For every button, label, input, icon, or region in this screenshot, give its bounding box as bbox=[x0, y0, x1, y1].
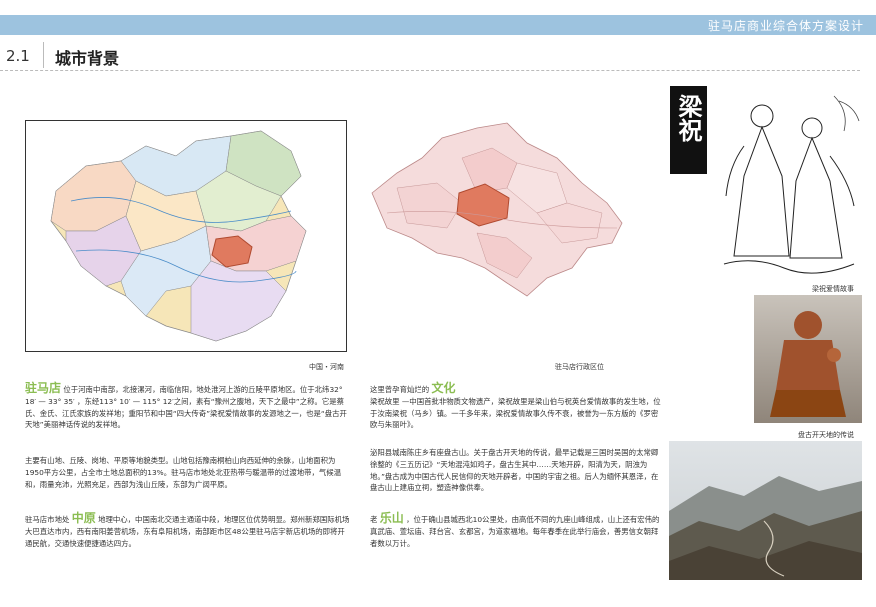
pangu-statue-photo bbox=[754, 295, 862, 423]
paragraph-text: 梁祝故里 —中国首批非物质文物遗产，梁祝故里是梁山伯与祝英台爱情故事的发生地，位… bbox=[370, 396, 661, 430]
paragraph-zhumadian-location: 驻马店 位于河南中南部，北接漯河，南临信阳，地处淮河上游的丘陵平原地区。位于北纬… bbox=[25, 381, 350, 431]
highlight-culture: 文化 bbox=[431, 381, 456, 395]
mountain-graphic bbox=[669, 441, 862, 580]
pangu-caption: 盘古开天地的传说 bbox=[798, 431, 854, 439]
paragraph-text: ，位于确山县城西北10公里处，由高低不同的九座山峰组成，山上还有宏伟的真武庙、萱… bbox=[370, 515, 660, 548]
paragraph-text: 泌阳县城南陈庄乡有座盘古山。关于盘古开天地的传说，最早记载是三国时吴国的太常卿徐… bbox=[370, 448, 659, 493]
liangzhu-line-drawing bbox=[714, 86, 862, 282]
section-title: 城市背景 bbox=[55, 49, 120, 68]
paragraph-text: 这里曾孕育灿烂的 bbox=[370, 385, 430, 394]
highlight-zhongyuan: 中原 bbox=[71, 511, 96, 525]
section-underline bbox=[0, 70, 860, 71]
section-divider bbox=[43, 42, 44, 68]
paragraph-text: 驻马店市地处 bbox=[25, 515, 70, 524]
paragraph-text: 主要有山地、丘陵、岗地、平原等地貌类型。山地包括豫南桐柏山向西延伸的余脉，山地面… bbox=[25, 456, 342, 489]
paragraph-culture: 这里曾孕育灿烂的 文化 梁祝故里 —中国首批非物质文物遗产，梁祝故里是梁山伯与祝… bbox=[370, 381, 665, 431]
paragraph-text: 位于河南中南部，北接漯河，南临信阳，地处淮河上游的丘陵平原地区。位于北纬32° … bbox=[25, 385, 347, 430]
calligraphy-image: 梁祝 bbox=[670, 86, 707, 174]
paragraph-text: 老 bbox=[370, 515, 378, 524]
china-map-caption: 中国・河南 bbox=[309, 363, 344, 371]
leshan-mountain-photo bbox=[669, 441, 862, 580]
document-title: 驻马店商业综合体方案设计 bbox=[707, 19, 864, 33]
liangzhu-illustration bbox=[714, 86, 862, 282]
paragraph-terrain: 主要有山地、丘陵、岗地、平原等地貌类型。山地包括豫南桐柏山向西延伸的余脉，山地面… bbox=[25, 455, 350, 490]
paragraph-leshan: 老 乐山 ，位于确山县城西北10公里处，由高低不同的九座山峰组成，山上还有宏伟的… bbox=[370, 511, 665, 549]
zhumadian-map bbox=[367, 118, 629, 300]
china-map bbox=[25, 120, 347, 352]
zhumadian-map-graphic bbox=[371, 122, 623, 297]
china-map-graphic bbox=[50, 130, 307, 342]
highlight-leshan: 乐山 bbox=[379, 511, 404, 525]
calligraphy-text: 梁祝 bbox=[674, 94, 703, 142]
paragraph-pangu: 泌阳县城南陈庄乡有座盘古山。关于盘古开天地的传说，最早记载是三国时吴国的太常卿徐… bbox=[370, 447, 665, 494]
pangu-statue-graphic bbox=[754, 295, 862, 423]
liangzhu-caption: 梁祝爱情故事 bbox=[812, 285, 854, 293]
paragraph-transport: 驻马店市地处 中原 地理中心，中国南北交通主通道中段，地理区位优势明显。郑州新郑… bbox=[25, 511, 350, 549]
section-number: 2.1 bbox=[6, 47, 30, 65]
zhumadian-map-caption: 驻马店行政区位 bbox=[555, 363, 604, 371]
highlight-zhumadian: 驻马店 bbox=[25, 381, 62, 395]
